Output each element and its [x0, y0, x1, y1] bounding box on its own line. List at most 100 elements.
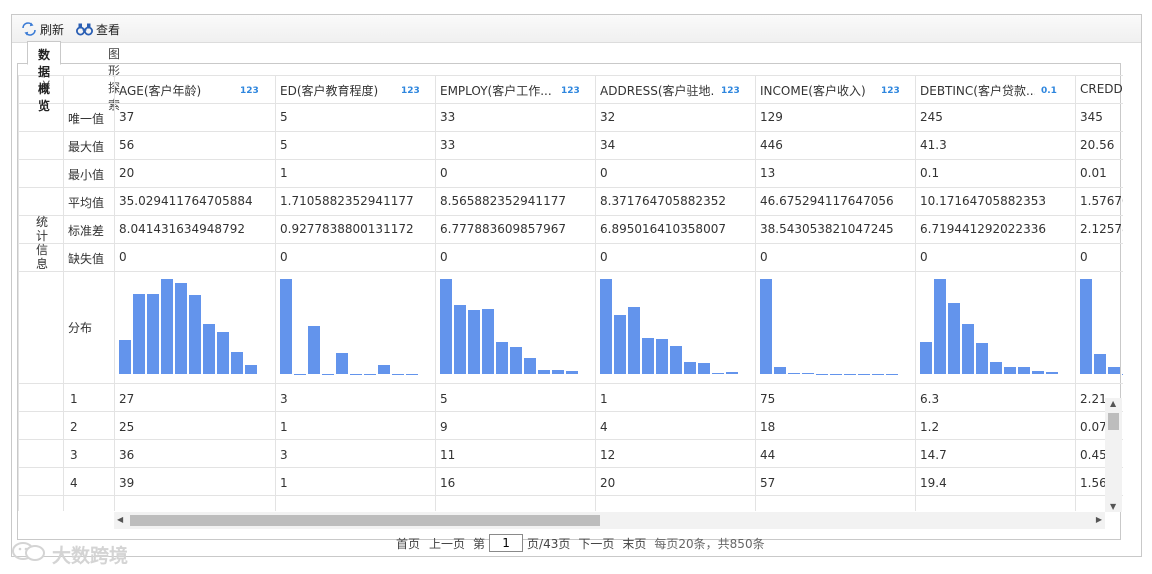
vertical-scrollbar[interactable]: ▲ ▼	[1105, 398, 1122, 512]
grid-row-divider	[18, 411, 1123, 412]
view-button[interactable]: 查看	[76, 20, 120, 38]
stat-row-label: 缺失值	[68, 252, 105, 266]
view-label: 查看	[96, 22, 121, 37]
stat-row-label: 唯一值	[68, 112, 105, 126]
refresh-button[interactable]: 刷新	[21, 20, 64, 38]
table-cell: 1	[280, 476, 288, 490]
page-number-input[interactable]	[489, 534, 524, 552]
table-cell: 3	[280, 392, 288, 406]
scroll-left-arrow-icon[interactable]: ◀	[117, 515, 123, 524]
refresh-icon	[21, 22, 37, 36]
horizontal-scrollbar[interactable]: ◀ ▶	[114, 512, 1105, 529]
histogram-bar	[1032, 371, 1044, 374]
stat-cell: 46.675294117647056	[760, 194, 894, 208]
numeric-type-badge: 123	[401, 86, 420, 96]
grid-row-divider	[18, 187, 1123, 188]
histogram-bar	[468, 310, 480, 374]
pager-page-prefix: 第	[473, 536, 486, 551]
stat-cell: 446	[760, 138, 783, 152]
stat-cell: 0	[760, 250, 768, 264]
stats-group-label: 统 计 信 息	[36, 215, 48, 271]
numeric-type-badge: 0.1	[1041, 86, 1057, 96]
tab-data-overview[interactable]: 数据概览	[27, 41, 62, 113]
stat-cell: 0	[600, 250, 608, 264]
pager-prev[interactable]: 上一页	[429, 535, 465, 552]
scroll-right-arrow-icon[interactable]: ▶	[1096, 515, 1102, 524]
numeric-type-badge: 123	[881, 86, 900, 96]
histogram-bar	[1046, 372, 1058, 374]
table-cell: 9	[440, 420, 448, 434]
grid-row-divider	[18, 75, 1123, 76]
pager-last[interactable]: 末页	[622, 535, 646, 552]
vertical-scroll-thumb[interactable]	[1108, 413, 1119, 430]
table-cell: 5	[440, 392, 448, 406]
table-cell: 1	[280, 420, 288, 434]
data-grid: ≫AGE(客户年龄)123ED(客户教育程度)123EMPLOY(客户工作...…	[18, 75, 1123, 511]
histogram-bar	[816, 374, 828, 375]
numeric-type-badge: 123	[240, 86, 259, 96]
stat-cell: 34	[600, 138, 616, 152]
column-header[interactable]: EMPLOY(客户工作...	[440, 82, 555, 99]
horizontal-scroll-thumb[interactable]	[130, 515, 600, 526]
stat-cell: 1.7105882352941177	[280, 194, 414, 208]
watermark-text: 大数跨境	[52, 545, 129, 567]
stat-cell: 0	[1080, 250, 1088, 264]
grid-column-divider	[63, 75, 64, 511]
histogram-bar	[802, 373, 814, 374]
tab-graph-explore[interactable]: 图形探索	[98, 41, 130, 112]
stat-cell: 5	[280, 138, 288, 152]
stat-cell: 8.565882352941177	[440, 194, 566, 208]
grid-column-divider	[18, 75, 19, 511]
histogram-bar	[454, 305, 466, 374]
stat-cell: 0	[280, 250, 288, 264]
table-cell: 39	[119, 476, 135, 490]
histogram-bar	[1094, 354, 1106, 374]
histogram-bar	[962, 324, 974, 374]
table-cell: 1.2	[920, 420, 940, 434]
stat-cell: 0	[600, 166, 608, 180]
column-header[interactable]: ADDRESS(客户驻地...	[600, 82, 715, 99]
scroll-up-arrow-icon[interactable]: ▲	[1110, 399, 1116, 408]
column-header[interactable]: AGE(客户年龄)	[119, 82, 234, 99]
watermark: 大数跨境	[10, 540, 128, 569]
stat-cell: 345	[1080, 110, 1103, 124]
histogram-bar	[642, 338, 654, 374]
stat-cell: 38.543053821047245	[760, 222, 894, 236]
grid-row-divider	[18, 103, 1123, 104]
stat-cell: 0.1	[920, 166, 940, 180]
grid-column-divider	[915, 75, 916, 511]
histogram-bar	[524, 358, 536, 374]
histogram-bar	[948, 303, 960, 374]
pager-first[interactable]: 首页	[396, 535, 420, 552]
table-cell: 25	[119, 420, 135, 434]
grid-column-divider	[275, 75, 276, 511]
stat-cell: 13	[760, 166, 776, 180]
grid-row-divider	[18, 131, 1123, 132]
column-header[interactable]: INCOME(客户收入)	[760, 82, 875, 99]
stat-row-label: 平均值	[68, 196, 105, 210]
pager-next[interactable]: 下一页	[578, 535, 614, 552]
histogram-bar	[712, 373, 724, 374]
stat-cell: 41.3	[920, 138, 947, 152]
stat-cell: 245	[920, 110, 943, 124]
stat-cell: 56	[119, 138, 135, 152]
histogram-bar	[147, 294, 159, 374]
table-cell: 12	[600, 448, 616, 462]
histogram-bar	[858, 374, 870, 375]
column-header[interactable]: CREDDI	[1080, 82, 1123, 96]
scroll-down-arrow-icon[interactable]: ▼	[1110, 502, 1116, 511]
table-cell: 4	[600, 420, 608, 434]
histogram-bar	[231, 352, 243, 374]
table-cell: 3	[280, 448, 288, 462]
histogram-bar	[934, 279, 946, 374]
grid-column-divider	[435, 75, 436, 511]
histogram-bar	[364, 374, 376, 375]
stat-cell: 20	[119, 166, 135, 180]
histogram-bar	[350, 374, 362, 375]
table-cell: 27	[119, 392, 135, 406]
histogram-bar	[175, 283, 187, 374]
grid-row-divider	[18, 159, 1123, 160]
column-header[interactable]: DEBTINC(客户贷款...	[920, 82, 1035, 99]
grid-row-divider	[18, 215, 1123, 216]
column-header[interactable]: ED(客户教育程度)	[280, 82, 395, 99]
